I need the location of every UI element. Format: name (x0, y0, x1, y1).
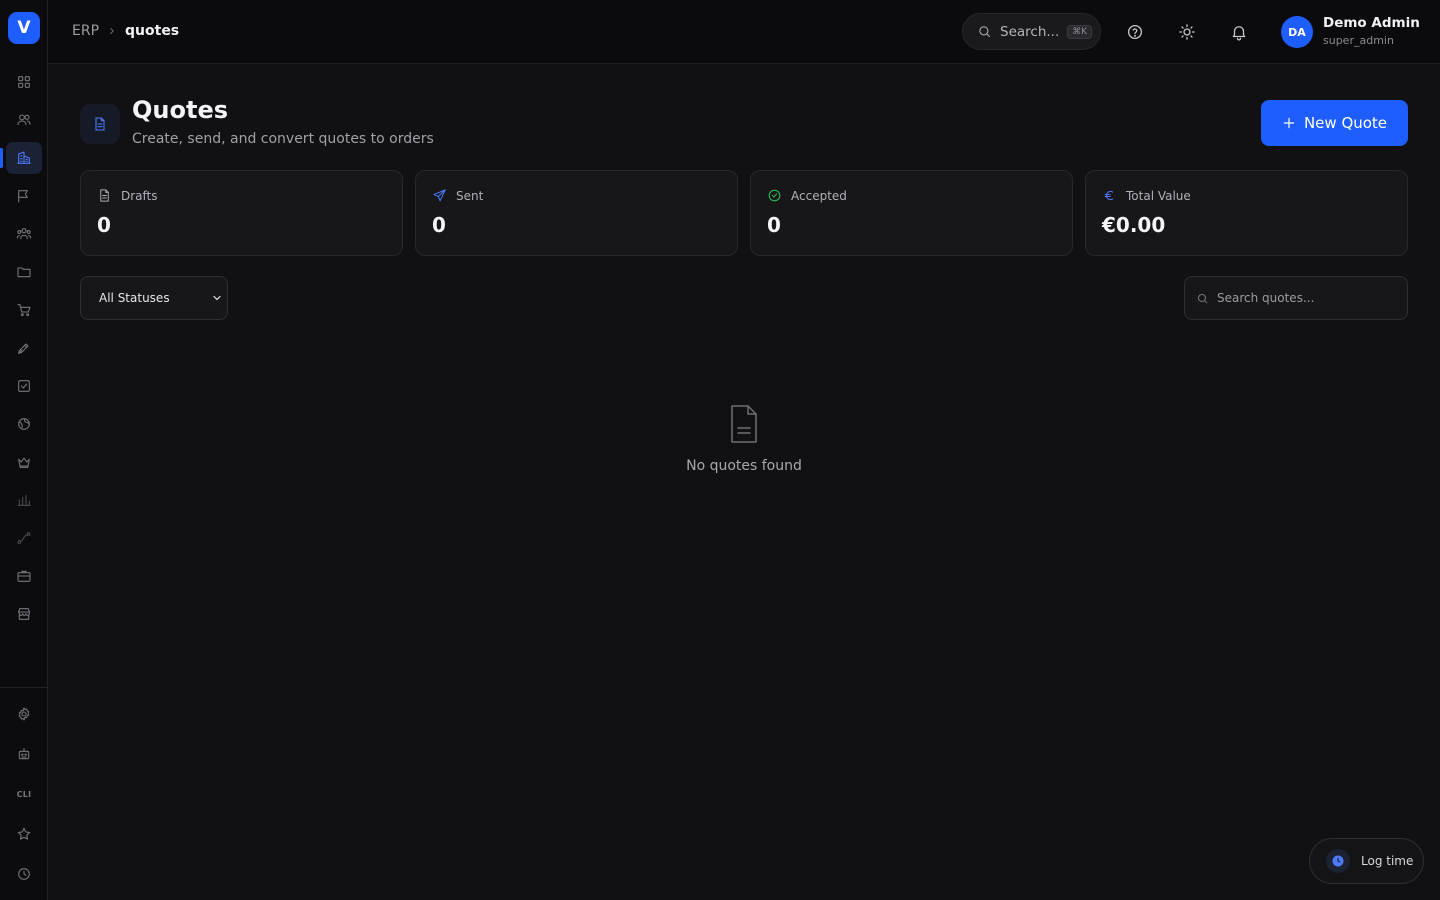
clock-icon (18, 868, 30, 880)
sidebar-divider (0, 687, 48, 688)
empty-state-icon (726, 404, 762, 444)
notifications-button[interactable] (1226, 19, 1252, 45)
stat-label: Accepted (791, 188, 847, 203)
star-icon (17, 827, 31, 840)
workflow-icon (17, 532, 31, 544)
sidebar-item-cli[interactable]: CLI (6, 778, 42, 810)
document-icon (95, 117, 105, 131)
send-icon (433, 189, 446, 202)
sidebar-active-indicator (0, 148, 3, 168)
briefcase-icon (17, 570, 31, 582)
sidebar-item-commerce[interactable] (6, 294, 42, 326)
folder-icon (17, 267, 31, 278)
users-icon (17, 114, 31, 126)
sun-icon (1179, 24, 1195, 40)
sidebar-item-workflows[interactable] (6, 522, 42, 554)
company-building-icon (17, 151, 31, 164)
sidebar-item-dashboard[interactable] (6, 66, 42, 98)
stat-label: Drafts (121, 188, 158, 203)
help-circle-icon (1127, 24, 1143, 40)
check-circle-icon (768, 189, 781, 202)
sidebar-item-web[interactable] (6, 408, 42, 440)
euro-icon (1104, 190, 1114, 201)
dashboard-grid-icon (18, 76, 30, 88)
stat-value: 0 (97, 213, 111, 237)
bot-icon (18, 748, 30, 760)
top-header: ERP quotes Search... ⌘K DA Demo Admin su… (48, 0, 1440, 64)
sidebar-item-favorites[interactable] (6, 818, 42, 850)
empty-document-icon (731, 405, 757, 443)
log-time-button[interactable]: Log time (1309, 838, 1424, 884)
breadcrumb: ERP quotes (72, 23, 179, 39)
store-icon (18, 608, 30, 620)
campaign-flag-icon (18, 190, 28, 203)
sidebar-item-settings[interactable] (6, 698, 42, 730)
stat-value: 0 (767, 213, 781, 237)
new-quote-button[interactable]: New Quote (1261, 100, 1408, 146)
stat-value: €0.00 (1102, 213, 1166, 237)
user-name[interactable]: Demo Admin (1323, 15, 1420, 31)
crown-icon (18, 457, 30, 468)
user-role: super_admin (1323, 34, 1394, 47)
checkbox-icon (18, 380, 30, 392)
sidebar-item-ai[interactable] (6, 738, 42, 770)
quote-search-input[interactable] (1217, 277, 1403, 319)
stat-card-total-value: Total Value €0.00 (1085, 170, 1408, 256)
sidebar-item-erp[interactable] (6, 142, 42, 174)
global-search-placeholder: Search... (1000, 23, 1060, 40)
log-time-indicator (1326, 849, 1350, 873)
empty-state-message: No quotes found (686, 458, 802, 474)
sidebar-item-team[interactable] (6, 218, 42, 250)
sidebar-item-history[interactable] (6, 858, 42, 890)
sidebar-item-store[interactable] (6, 598, 42, 630)
sidebar-item-analytics[interactable] (6, 484, 42, 516)
sidebar-item-campaigns[interactable] (6, 180, 42, 212)
globe-icon (18, 418, 30, 430)
app-logo[interactable]: V (8, 12, 40, 44)
document-icon (100, 189, 109, 202)
sidebar-item-tasks[interactable] (6, 370, 42, 402)
search-icon (979, 26, 991, 38)
sidebar-item-design[interactable] (6, 332, 42, 364)
timer-icon (1332, 855, 1344, 867)
bell-icon (1232, 26, 1246, 41)
breadcrumb-current: quotes (125, 23, 180, 39)
cli-icon: CLI (16, 789, 32, 799)
stat-value: 0 (432, 213, 446, 237)
team-icon (16, 228, 32, 240)
sidebar-item-users[interactable] (6, 104, 42, 136)
search-shortcut: ⌘K (1067, 24, 1093, 39)
sidebar: V CLI (0, 0, 48, 900)
sidebar-item-premium[interactable] (6, 446, 42, 478)
chevron-right-icon (110, 28, 114, 34)
quote-search-box (1184, 276, 1408, 320)
theme-toggle-button[interactable] (1174, 19, 1200, 45)
settings-gear-icon (18, 707, 30, 721)
stat-label: Total Value (1126, 188, 1191, 203)
pen-tool-icon (18, 343, 29, 354)
page-subtitle: Create, send, and convert quotes to orde… (132, 131, 434, 147)
stat-card-sent: Sent 0 (415, 170, 738, 256)
stat-card-drafts: Drafts 0 (80, 170, 403, 256)
stat-card-accepted: Accepted 0 (750, 170, 1073, 256)
plus-icon (1283, 117, 1295, 129)
page-title: Quotes (132, 96, 229, 124)
breadcrumb-erp[interactable]: ERP (72, 23, 99, 39)
cart-icon (17, 304, 31, 317)
sidebar-item-jobs[interactable] (6, 560, 42, 592)
global-search-button[interactable]: Search... ⌘K (962, 13, 1101, 50)
page-icon (80, 104, 120, 144)
new-quote-label: New Quote (1303, 114, 1388, 132)
bar-chart-icon (17, 494, 31, 506)
help-button[interactable] (1122, 19, 1148, 45)
avatar[interactable]: DA (1281, 16, 1313, 48)
status-filter-select[interactable]: All Statuses (80, 276, 228, 320)
sidebar-item-files[interactable] (6, 256, 42, 288)
stat-label: Sent (456, 188, 484, 203)
search-icon (1197, 293, 1208, 304)
log-time-label: Log time (1361, 854, 1414, 868)
